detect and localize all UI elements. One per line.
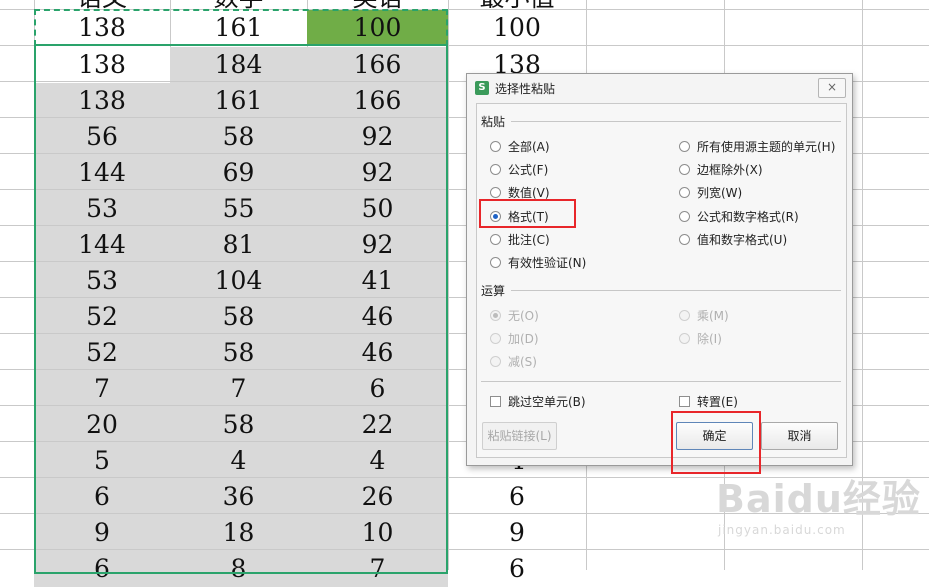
cancel-button[interactable]: 取消: [761, 422, 838, 450]
radio-label: 批注(C): [508, 233, 550, 247]
radio-icon: [490, 257, 501, 268]
radio-label: 乘(M): [697, 309, 729, 323]
radio-operation-subtract[interactable]: 减(S): [490, 353, 537, 370]
radio-icon: [490, 333, 501, 344]
radio-label: 减(S): [508, 355, 537, 369]
radio-label: 无(O): [508, 309, 539, 323]
radio-label: 公式和数字格式(R): [697, 210, 799, 224]
radio-label: 列宽(W): [697, 186, 743, 200]
radio-paste-values-number-formats[interactable]: 值和数字格式(U): [679, 231, 787, 248]
watermark-url: jingyan.baidu.com: [718, 523, 846, 537]
checkbox-label: 转置(E): [697, 395, 738, 409]
radio-operation-divide[interactable]: 除(I): [679, 330, 722, 347]
radio-label: 有效性验证(N): [508, 256, 587, 270]
group-divider: [511, 121, 841, 122]
radio-icon: [679, 333, 690, 344]
radio-icon: [679, 164, 690, 175]
group-divider: [511, 290, 841, 291]
watermark-logo: Baidu经验: [716, 477, 921, 521]
wps-spreadsheet-icon: S: [475, 81, 489, 95]
radio-label: 公式(F): [508, 163, 549, 177]
radio-operation-multiply[interactable]: 乘(M): [679, 307, 729, 324]
transpose-checkbox[interactable]: 转置(E): [679, 393, 738, 410]
radio-icon: [679, 211, 690, 222]
checkbox-icon: [679, 396, 690, 407]
close-button[interactable]: ×: [818, 78, 846, 98]
table-cell[interactable]: 9: [448, 515, 586, 551]
dialog-body: 粘贴 全部(A) 公式(F) 数值(V) 格式(T) 批注(C) 有效性验证(N…: [476, 103, 847, 458]
table-cell[interactable]: 6: [448, 479, 586, 515]
radio-paste-column-widths[interactable]: 列宽(W): [679, 184, 742, 201]
radio-paste-formulas[interactable]: 公式(F): [490, 161, 548, 178]
dialog-title: 选择性粘贴: [495, 82, 556, 96]
operation-group-label: 运算: [481, 284, 506, 298]
radio-label: 所有使用源主题的单元(H): [697, 140, 836, 154]
radio-selected-icon: [490, 310, 501, 321]
selection-range: [34, 44, 448, 574]
radio-icon: [490, 234, 501, 245]
radio-paste-source-theme[interactable]: 所有使用源主题的单元(H): [679, 138, 835, 155]
radio-icon: [490, 356, 501, 367]
radio-icon: [679, 141, 690, 152]
paste-link-button[interactable]: 粘贴链接(L): [482, 422, 557, 450]
highlight-format-option: [479, 199, 576, 228]
radio-label: 加(D): [508, 332, 539, 346]
radio-icon: [490, 187, 501, 198]
dialog-titlebar[interactable]: S 选择性粘贴 ×: [467, 74, 852, 101]
column-header: 号: [0, 0, 34, 16]
radio-label: 边框除外(X): [697, 163, 763, 177]
baidu-jingyan-watermark: Baidu经验 jingyan.baidu.com: [716, 468, 921, 537]
radio-operation-add[interactable]: 加(D): [490, 330, 539, 347]
radio-paste-formulas-number-formats[interactable]: 公式和数字格式(R): [679, 208, 799, 225]
radio-icon: [679, 234, 690, 245]
radio-label: 除(I): [697, 332, 722, 346]
highlight-ok-button: [671, 411, 761, 474]
radio-icon: [490, 141, 501, 152]
radio-operation-none[interactable]: 无(O): [490, 307, 539, 324]
table-cell[interactable]: 100: [448, 10, 586, 46]
radio-icon: [679, 187, 690, 198]
group-divider: [481, 381, 841, 382]
radio-icon: [679, 310, 690, 321]
radio-paste-no-borders[interactable]: 边框除外(X): [679, 161, 763, 178]
radio-paste-validation[interactable]: 有效性验证(N): [490, 254, 586, 271]
copy-marquee: [34, 9, 448, 46]
radio-label: 全部(A): [508, 140, 550, 154]
table-cell[interactable]: 6: [448, 551, 586, 587]
checkbox-icon: [490, 396, 501, 407]
radio-paste-all[interactable]: 全部(A): [490, 138, 550, 155]
close-icon: ×: [826, 80, 838, 94]
skip-blanks-checkbox[interactable]: 跳过空单元(B): [490, 393, 586, 410]
radio-label: 值和数字格式(U): [697, 233, 788, 247]
paste-group-label: 粘贴: [481, 115, 506, 129]
radio-paste-comments[interactable]: 批注(C): [490, 231, 550, 248]
checkbox-label: 跳过空单元(B): [508, 395, 586, 409]
paste-special-dialog[interactable]: S 选择性粘贴 × 粘贴 全部(A) 公式(F) 数值(V) 格式(T) 批注(…: [466, 73, 853, 466]
radio-icon: [490, 164, 501, 175]
